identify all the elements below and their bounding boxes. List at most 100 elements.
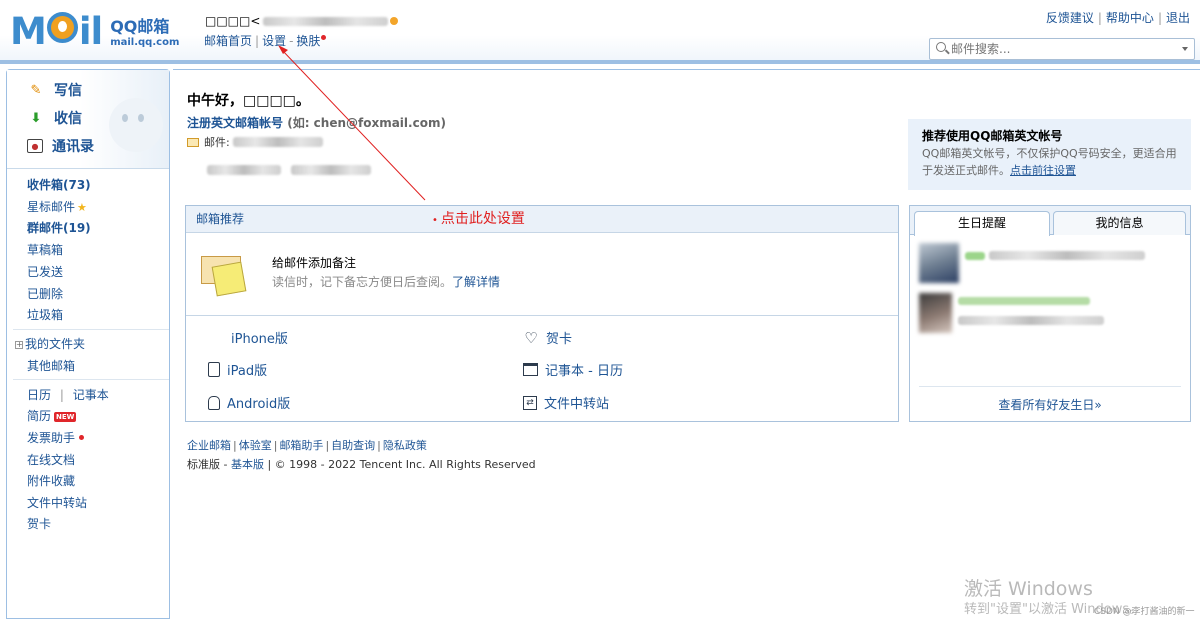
new-indicator-dot bbox=[321, 35, 327, 40]
iphone-app-link[interactable]: iPhone版 bbox=[208, 328, 288, 347]
register-english-account-link[interactable]: 注册英文邮箱帐号 bbox=[187, 116, 283, 130]
blurred-email bbox=[263, 16, 389, 26]
sidebar-item-group-mail[interactable]: 群邮件(19) bbox=[27, 219, 91, 236]
enterprise-mail-link[interactable]: 企业邮箱 bbox=[187, 439, 231, 452]
mailbox-recommend-panel: 邮箱推荐 • 点击此处设置 给邮件添加备注 读信时，记下备忘方便日后查阅。了解详情… bbox=[185, 205, 899, 422]
privacy-policy-link[interactable]: 隐私政策 bbox=[383, 439, 427, 452]
vip-icon bbox=[390, 17, 399, 25]
sidebar-item-file-transfer[interactable]: 文件中转站 bbox=[27, 494, 87, 511]
notes-link[interactable]: 记事本 bbox=[73, 388, 109, 402]
sidebar-item-drafts[interactable]: 草稿箱 bbox=[27, 241, 63, 258]
mail-address-line: 邮件: bbox=[187, 134, 323, 150]
receive-button[interactable]: ⬇ 收信 bbox=[27, 108, 82, 128]
sidebar-item-invoice[interactable]: 发票助手 bbox=[27, 429, 85, 446]
mail-search-box[interactable] bbox=[929, 38, 1195, 60]
annotation-click-here: • 点击此处设置 bbox=[432, 211, 525, 227]
avatar bbox=[919, 243, 959, 283]
blurred-info bbox=[207, 164, 371, 178]
birthday-tabs: 生日提醒 我的信息 bbox=[910, 206, 1190, 236]
pencil-icon: ✎ bbox=[30, 82, 42, 98]
search-input[interactable] bbox=[951, 42, 1171, 56]
recommend-desc: QQ邮箱英文帐号，不仅保护QQ号码安全，更适合用于发送正式邮件。点击前往设置 bbox=[922, 147, 1177, 177]
panel-title: 邮箱推荐 bbox=[196, 212, 245, 226]
note-desc: 读信时，记下备忘方便日后查阅。了解详情 bbox=[272, 275, 501, 289]
tab-birthday-reminder[interactable]: 生日提醒 bbox=[914, 211, 1050, 236]
greeting-card-link[interactable]: ♡ 贺卡 bbox=[523, 328, 572, 348]
qqmail-logo[interactable]: Mil QQ邮箱 mail.qq.com bbox=[10, 10, 179, 50]
file-transfer-link[interactable]: ⇄ 文件中转站 bbox=[523, 393, 609, 412]
star-icon: ★ bbox=[77, 201, 87, 214]
sidebar-divider bbox=[13, 329, 169, 330]
sidebar-divider bbox=[13, 379, 169, 380]
lab-link[interactable]: 体验室 bbox=[239, 439, 272, 452]
sidebar-item-inbox[interactable]: 收件箱(73) bbox=[27, 176, 91, 193]
sidebar-item-online-docs[interactable]: 在线文档 bbox=[27, 451, 75, 468]
friend-birthday-item[interactable] bbox=[919, 243, 1145, 283]
basic-version-link[interactable]: 基本版 bbox=[231, 458, 264, 471]
android-app-link[interactable]: Android版 bbox=[208, 393, 290, 412]
self-service-link[interactable]: 自助查询 bbox=[331, 439, 375, 452]
compose-button[interactable]: ✎ 写信 bbox=[27, 80, 82, 100]
panel-divider bbox=[186, 315, 898, 316]
recommend-title: 推荐使用QQ邮箱英文帐号 bbox=[922, 129, 1063, 143]
sidebar-item-resume[interactable]: 简历 NEW bbox=[27, 407, 77, 424]
logo-subtitle: mail.qq.com bbox=[110, 37, 180, 48]
register-example: (如: chen@foxmail.com) bbox=[287, 116, 446, 130]
sidebar-item-my-folders[interactable]: + 我的文件夹 bbox=[15, 335, 85, 352]
windows-activation-watermark: 激活 Windows bbox=[964, 578, 1093, 600]
header: Mil QQ邮箱 mail.qq.com □□□□< 邮箱首页 | 设置 - 换肤 反馈… bbox=[0, 0, 1200, 64]
sidebar-actions: ✎ 写信 ⬇ 收信 ● 通讯录 bbox=[7, 70, 169, 169]
tab-my-info[interactable]: 我的信息 bbox=[1053, 211, 1186, 235]
calendar-icon bbox=[523, 363, 538, 376]
note-envelope-icon bbox=[201, 250, 247, 297]
csdn-watermark: CSDN @李打酱油的新一 bbox=[1094, 607, 1195, 617]
help-center-link[interactable]: 帮助中心 bbox=[1106, 11, 1154, 25]
apple-icon bbox=[208, 330, 224, 346]
sidebar-item-spam[interactable]: 垃圾箱 bbox=[27, 306, 63, 323]
calendar-link[interactable]: 日历 bbox=[27, 388, 51, 402]
copyright-line: 标准版 - 基本版 | © 1998 - 2022 Tencent Inc. A… bbox=[187, 458, 536, 471]
heart-icon: ♡ bbox=[524, 328, 538, 347]
user-name: □□□□< bbox=[205, 14, 261, 28]
english-account-recommendation: 推荐使用QQ邮箱英文帐号 QQ邮箱英文帐号，不仅保护QQ号码安全，更适合用于发送… bbox=[908, 119, 1191, 190]
notes-calendar-link[interactable]: 记事本 - 日历 bbox=[523, 360, 623, 379]
penguin-mascot-icon bbox=[109, 98, 163, 152]
sidebar-item-attachments[interactable]: 附件收藏 bbox=[27, 472, 75, 489]
mail-assistant-link[interactable]: 邮箱助手 bbox=[279, 439, 323, 452]
left-sidebar: ✎ 写信 ⬇ 收信 ● 通讯录 收件箱(73) 星标邮件 ★ 群邮件(19) 草稿… bbox=[6, 69, 170, 619]
new-indicator-dot bbox=[79, 435, 85, 440]
contacts-label: 通讯录 bbox=[52, 139, 94, 155]
search-dropdown-icon[interactable] bbox=[1182, 47, 1188, 51]
footer-links: 企业邮箱 | 体验室 | 邮箱助手 | 自助查询 | 隐私政策 bbox=[187, 439, 427, 452]
change-skin-link[interactable]: 换肤 bbox=[296, 34, 320, 48]
friend-birthday-item[interactable] bbox=[919, 293, 1190, 333]
compose-label: 写信 bbox=[54, 83, 82, 99]
mail-logo-mark: Mil bbox=[10, 10, 103, 53]
birthday-divider bbox=[919, 386, 1181, 387]
sidebar-item-other-mailbox[interactable]: 其他邮箱 bbox=[27, 357, 75, 374]
envelope-icon bbox=[187, 137, 199, 147]
contacts-icon: ● bbox=[27, 139, 43, 153]
receive-label: 收信 bbox=[54, 111, 82, 127]
sidebar-item-starred[interactable]: 星标邮件 ★ bbox=[27, 198, 87, 215]
note-title: 给邮件添加备注 bbox=[272, 256, 357, 270]
mailbox-home-link[interactable]: 邮箱首页 bbox=[204, 34, 252, 48]
tablet-icon bbox=[208, 362, 220, 377]
add-note-feature: 给邮件添加备注 读信时，记下备忘方便日后查阅。了解详情 bbox=[201, 250, 501, 297]
greeting-text: 中午好，□□□□。 bbox=[187, 93, 310, 109]
sidebar-item-sent[interactable]: 已发送 bbox=[27, 263, 63, 280]
view-all-birthdays-link[interactable]: 查看所有好友生日» bbox=[910, 396, 1190, 413]
logo-title: QQ邮箱 bbox=[110, 17, 170, 36]
avatar bbox=[919, 293, 952, 333]
go-to-settings-link[interactable]: 点击前往设置 bbox=[1010, 164, 1076, 177]
logout-link[interactable]: 退出 bbox=[1166, 11, 1190, 25]
contacts-button[interactable]: ● 通讯录 bbox=[27, 136, 94, 156]
feedback-link[interactable]: 反馈建议 bbox=[1046, 11, 1094, 25]
ipad-app-link[interactable]: iPad版 bbox=[208, 360, 267, 379]
sidebar-item-deleted[interactable]: 已删除 bbox=[27, 285, 63, 302]
settings-link[interactable]: 设置 bbox=[262, 34, 286, 48]
learn-more-link[interactable]: 了解详情 bbox=[452, 275, 500, 289]
sidebar-item-cards[interactable]: 贺卡 bbox=[27, 515, 51, 532]
mail-label: 邮件: bbox=[204, 136, 230, 149]
expand-plus-icon[interactable]: + bbox=[15, 341, 23, 349]
